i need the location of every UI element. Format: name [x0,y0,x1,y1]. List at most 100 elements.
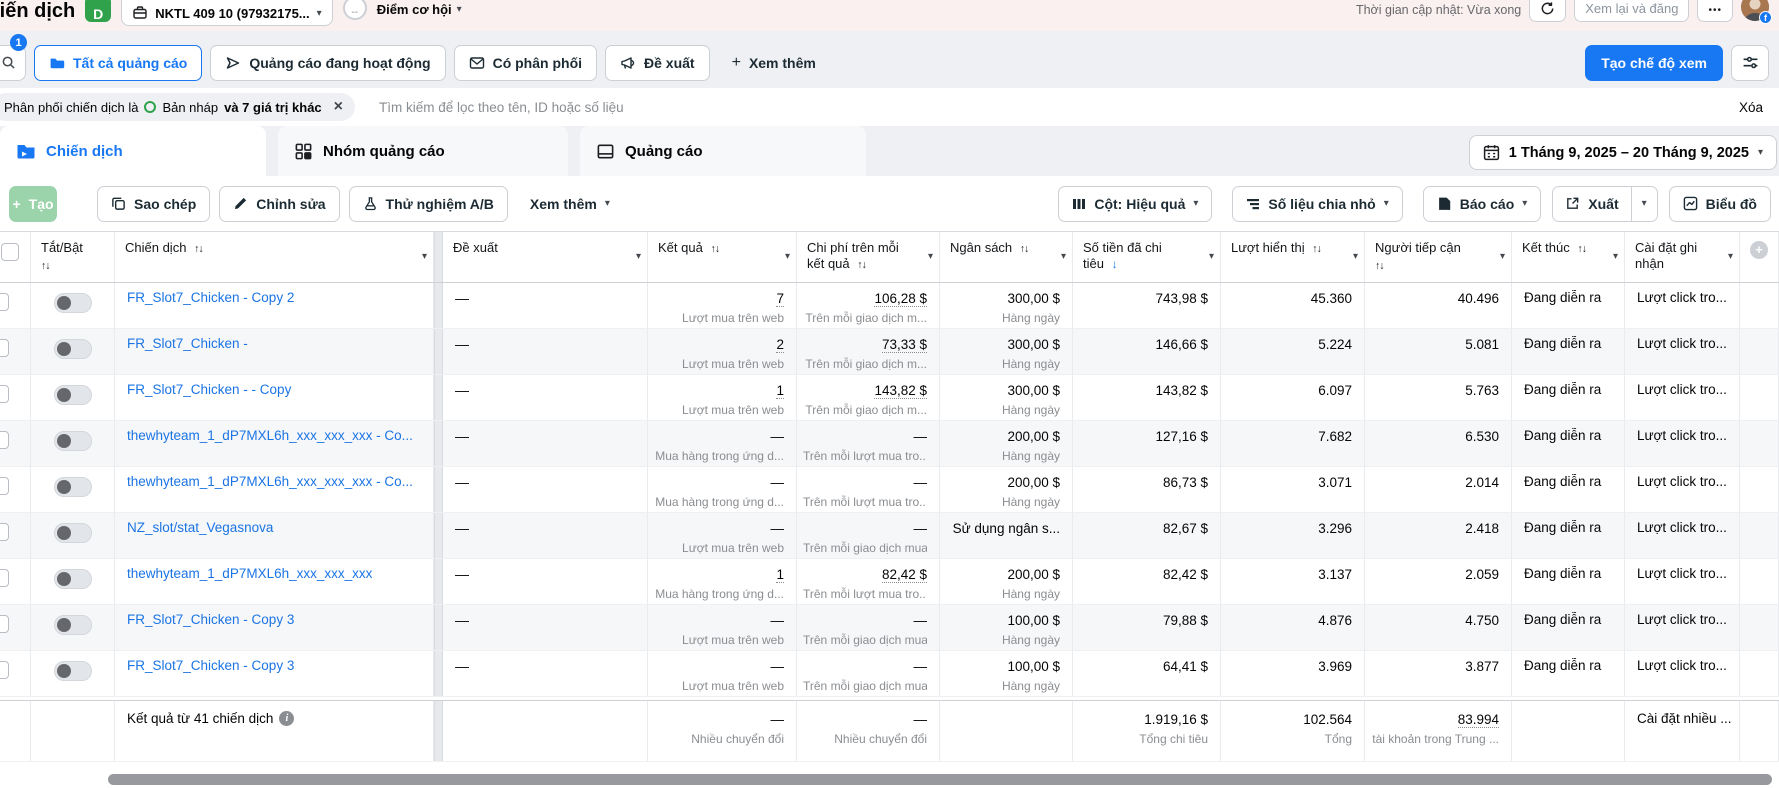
campaign-name-link[interactable]: FR_Slot7_Chicken - Copy 3 [115,612,433,627]
duplicate-button[interactable]: Sao chép [97,185,211,222]
campaign-toggle-off[interactable] [53,385,92,405]
header-add-column[interactable]: + [1740,232,1779,282]
export-button[interactable]: Xuất [1553,187,1630,221]
sort-icon[interactable]: ↑↓ [710,243,719,255]
filter-recommendations[interactable]: Đề xuất [605,44,710,81]
campaign-toggle-off[interactable] [53,431,92,451]
campaign-toggle-off[interactable] [53,661,92,681]
header-cost-per-result[interactable]: Chi phí trên mỗi kết quả ↑↓ ▾ [797,232,940,282]
campaign-name-link[interactable]: NZ_slot/stat_Vegasnova [115,520,433,535]
edit-button[interactable]: Chỉnh sửa [219,185,340,222]
reports-button[interactable]: Báo cáo ▾ [1422,185,1542,222]
charts-button[interactable]: Biểu đồ [1668,185,1771,222]
chevron-down-icon[interactable]: ▾ [1613,249,1618,265]
campaign-name-link[interactable]: thewhyteam_1_dP7MXL6h_xxx_xxx_xxx - Co..… [115,474,433,489]
campaign-name-link[interactable]: FR_Slot7_Chicken - Copy 2 [115,290,433,305]
campaign-toggle-off[interactable] [53,569,92,589]
view-settings-button[interactable] [1731,44,1769,81]
campaign-name-link[interactable]: thewhyteam_1_dP7MXL6h_xxx_xxx_xxx - Co..… [115,428,433,443]
campaign-toggle-off[interactable] [53,477,92,497]
table-row[interactable]: thewhyteam_1_dP7MXL6h_xxx_xxx_xxx — 1 Mu… [0,559,1779,605]
filter-had-delivery[interactable]: Có phân phối [453,44,598,81]
filter-all-ads[interactable]: Tất cả quảng cáo [34,44,203,81]
chevron-down-icon[interactable]: ▾ [1500,249,1505,265]
remove-filter-icon[interactable]: × [334,98,343,116]
table-row[interactable]: FR_Slot7_Chicken - Copy 3 — — Lượt mua t… [0,605,1779,651]
sort-icon[interactable]: ↑↓ [41,258,94,274]
row-checkbox[interactable] [0,431,9,449]
chevron-down-icon[interactable]: ▾ [636,249,641,265]
table-row[interactable]: thewhyteam_1_dP7MXL6h_xxx_xxx_xxx - Co..… [0,421,1779,467]
header-checkbox-cell[interactable] [0,232,31,282]
header-campaign[interactable]: Chiến dịch ↑↓ ▾ [115,232,434,282]
header-reach[interactable]: Người tiếp cận ↑↓ ▾ [1365,232,1512,282]
campaign-name-link[interactable]: FR_Slot7_Chicken - - Copy [115,382,433,397]
campaign-toggle-off[interactable] [53,339,92,359]
toolbar-see-more-button[interactable]: Xem thêm ▾ [516,185,623,222]
filter-chip-delivery[interactable]: Phân phối chiến dịch là Bản nháp và 7 gi… [0,93,356,121]
account-selector[interactable]: NKTL 409 10 (97932175... ▾ [121,0,333,26]
horizontal-scrollbar[interactable] [108,774,1772,785]
tab-campaigns[interactable]: Chiến dịch [0,126,266,176]
sort-icon[interactable]: ↑↓ [194,243,203,255]
row-checkbox[interactable] [0,293,9,311]
chevron-down-icon[interactable]: ▾ [1209,249,1214,265]
sort-icon[interactable]: ↑↓ [1577,243,1586,255]
add-column-icon[interactable]: + [1750,241,1768,259]
chevron-down-icon[interactable]: ▾ [928,249,933,265]
more-options-button[interactable]: ••• [1697,0,1733,22]
refresh-button[interactable] [1529,0,1567,22]
search-input[interactable]: Tìm kiếm để lọc theo tên, ID hoặc số liệ… [379,100,624,115]
select-all-checkbox[interactable] [1,243,19,261]
clear-filters-link[interactable]: Xóa [1739,100,1763,115]
row-checkbox[interactable] [0,477,9,495]
row-checkbox[interactable] [0,569,9,587]
header-suggestion[interactable]: Đề xuất ▾ [443,232,648,282]
table-row[interactable]: NZ_slot/stat_Vegasnova — — Lượt mua trên… [0,513,1779,559]
row-checkbox[interactable] [0,523,9,541]
sort-icon[interactable]: ↑↓ [1312,243,1321,255]
header-result[interactable]: Kết quả ↑↓ ▾ [648,232,797,282]
header-budget[interactable]: Ngân sách ↑↓ ▾ [940,232,1073,282]
table-row[interactable]: FR_Slot7_Chicken - Copy 3 — — Lượt mua t… [0,651,1779,697]
table-row[interactable]: FR_Slot7_Chicken - Copy 2 — 7 Lượt mua t… [0,283,1779,329]
row-checkbox[interactable] [0,615,9,633]
filter-active-ads[interactable]: Quảng cáo đang hoạt động [210,44,446,81]
tab-ads[interactable]: Quảng cáo [580,126,866,176]
campaign-name-link[interactable]: FR_Slot7_Chicken - [115,336,433,351]
opportunity-score-dropdown[interactable]: Điểm cơ hội ▾ [377,0,462,17]
row-checkbox[interactable] [0,385,9,403]
campaign-name-link[interactable]: thewhyteam_1_dP7MXL6h_xxx_xxx_xxx [115,566,433,581]
chevron-down-icon[interactable]: ▾ [785,249,790,265]
tab-ad-sets[interactable]: Nhóm quảng cáo [278,126,568,176]
review-publish-button[interactable]: Xem lại và đăng [1574,0,1690,22]
filters-see-more-button[interactable]: + Xem thêm [718,45,830,81]
chevron-down-icon[interactable]: ▾ [422,249,427,265]
table-row[interactable]: FR_Slot7_Chicken - - Copy — 1 Lượt mua t… [0,375,1779,421]
header-impressions[interactable]: Lượt hiển thị ↑↓ ▾ [1221,232,1365,282]
date-range-picker[interactable]: 1 Tháng 9, 2025 – 20 Tháng 9, 2025 ▾ [1468,135,1777,170]
export-options-button[interactable]: ▾ [1630,186,1657,221]
campaign-toggle-off[interactable] [53,523,92,543]
create-button[interactable]: + Tạo [9,185,57,222]
sort-icon[interactable]: ↑↓ [857,259,866,271]
row-checkbox[interactable] [0,661,9,679]
ab-test-button[interactable]: Thử nghiệm A/B [348,185,508,222]
campaign-toggle-off[interactable] [53,293,92,313]
row-checkbox[interactable] [0,339,9,357]
user-avatar[interactable]: f [1741,0,1772,24]
header-attribution[interactable]: Cài đặt ghi nhận ▾ [1625,232,1740,282]
table-row[interactable]: thewhyteam_1_dP7MXL6h_xxx_xxx_xxx - Co..… [0,467,1779,513]
campaign-name-link[interactable]: FR_Slot7_Chicken - Copy 3 [115,658,433,673]
frozen-pane-divider[interactable] [434,232,443,282]
sort-icon[interactable]: ↑↓ [1375,258,1491,274]
chevron-down-icon[interactable]: ▾ [1728,249,1733,265]
header-amount-spent[interactable]: Số tiền đã chi tiêu ↓ ▾ [1073,232,1221,282]
header-toggle[interactable]: Tắt/Bật ↑↓ [31,232,115,282]
chevron-down-icon[interactable]: ▾ [1353,249,1358,265]
breakdown-button[interactable]: Số liệu chia nhỏ ▾ [1232,185,1403,222]
info-icon[interactable]: i [279,711,295,726]
header-end-date[interactable]: Kết thúc ↑↓ ▾ [1512,232,1625,282]
chevron-down-icon[interactable]: ▾ [1061,249,1066,265]
table-row[interactable]: FR_Slot7_Chicken - — 2 Lượt mua trên web… [0,329,1779,375]
